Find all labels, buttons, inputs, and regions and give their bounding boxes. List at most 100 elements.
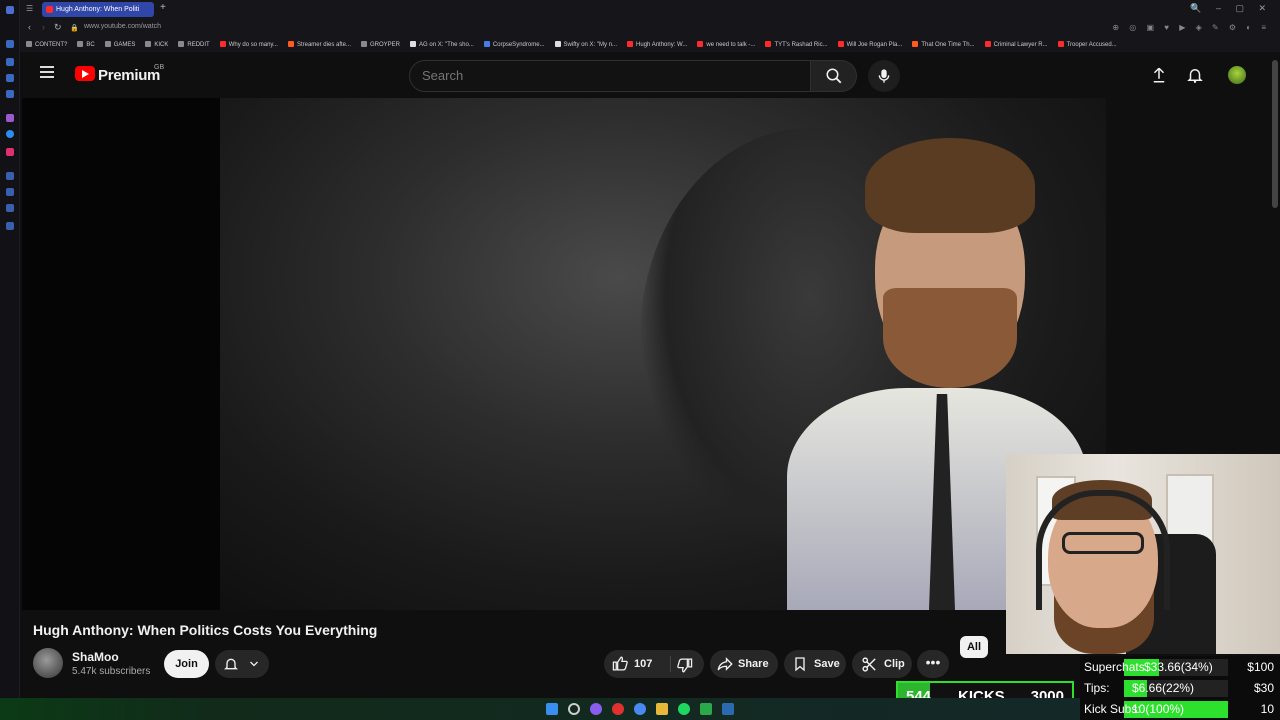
bookmark-label: Streamer dies afte... <box>296 42 351 48</box>
bookmark-item[interactable]: CONTENT? <box>26 38 67 52</box>
bookmark-item[interactable]: Will Joe Rogan Pla... <box>837 38 902 52</box>
messenger-icon[interactable] <box>6 130 14 138</box>
voice-search-button[interactable] <box>868 60 900 92</box>
forward-icon[interactable]: › <box>42 22 45 32</box>
sidebar-app-icon[interactable] <box>6 172 14 180</box>
bookmark-favicon-icon <box>219 41 226 47</box>
bookmark-item[interactable]: TYT's Rashad Ric... <box>765 38 828 52</box>
bookmark-item[interactable]: REDDIT <box>178 38 210 52</box>
steam-icon[interactable] <box>722 703 734 715</box>
sidebar-app-icon[interactable] <box>6 40 14 48</box>
bookmark-favicon-icon <box>765 41 772 47</box>
webcam-overlay <box>1006 454 1280 654</box>
bookmark-item[interactable]: Streamer dies afte... <box>287 38 351 52</box>
tab-menu-icon[interactable]: ☰ <box>26 4 33 13</box>
like-count[interactable]: 107 <box>634 650 652 678</box>
more-actions-button[interactable]: ••• <box>917 650 949 678</box>
bookmark-item[interactable]: Hugh Anthony: W... <box>627 38 687 52</box>
sidebar-app-icon[interactable] <box>6 90 14 98</box>
bookmark-item[interactable]: Swifty on X: "My n... <box>554 38 617 52</box>
bookmark-favicon-icon <box>410 41 417 47</box>
upload-icon[interactable] <box>1150 66 1168 89</box>
bookmark-item[interactable]: BC <box>77 38 95 52</box>
bookmark-favicon-icon <box>77 41 84 47</box>
window-controls[interactable]: 🔍 – ▢ ✕ <box>1190 3 1272 14</box>
save-button[interactable]: Save <box>784 650 846 678</box>
sidebar-app-icon[interactable] <box>6 58 14 66</box>
bookmark-favicon-icon <box>361 41 367 47</box>
twitch-icon[interactable] <box>6 114 14 122</box>
bookmark-item[interactable]: Criminal Lawyer R... <box>984 38 1048 52</box>
bookmarks-bar: CONTENT? BC GAMES KICK REDDIT Why do so many.… <box>20 38 1280 52</box>
screen: ☰ Hugh Anthony: When Politi + 🔍 – ▢ ✕ ‹ … <box>0 0 1280 720</box>
filter-chip-all[interactable]: All <box>960 636 988 658</box>
bookmark-favicon-icon <box>178 41 185 47</box>
video-title: Hugh Anthony: When Politics Costs You Ev… <box>33 622 378 638</box>
windows-start-icon[interactable] <box>546 703 558 715</box>
search-button[interactable] <box>811 60 857 92</box>
file-explorer-icon[interactable] <box>656 703 668 715</box>
share-button[interactable]: Share <box>710 650 778 678</box>
bookmark-item[interactable]: Trooper Accused... <box>1057 38 1117 52</box>
app-icon[interactable] <box>590 703 602 715</box>
youtube-logo-icon[interactable] <box>75 66 95 81</box>
sidebar-app-icon[interactable] <box>6 188 14 196</box>
goal-value: $6.66(22%) <box>1132 681 1195 695</box>
thumbs-down-icon[interactable] <box>676 657 693 674</box>
bookmark-item[interactable]: That One Time Th... <box>912 38 975 52</box>
bookmark-favicon-icon <box>483 41 490 47</box>
opera-icon[interactable] <box>612 703 624 715</box>
sidebar-app-icon[interactable] <box>6 74 14 82</box>
spotify-icon[interactable] <box>678 703 690 715</box>
browser-logo-icon[interactable] <box>6 6 14 14</box>
chrome-icon[interactable] <box>634 703 646 715</box>
instagram-icon[interactable] <box>6 148 14 156</box>
video-player[interactable] <box>22 98 1106 610</box>
bookmark-item[interactable]: Why do so many... <box>219 38 278 52</box>
share-icon <box>717 657 733 671</box>
channel-avatar[interactable] <box>33 648 63 678</box>
bookmark-favicon-icon <box>554 41 561 47</box>
search-input[interactable] <box>422 68 792 83</box>
extensions-toolbar[interactable]: ⊕ ◎ ▣ ♥ ▶ ◈ ✎ ⚙ ◐ ≡ <box>1112 23 1270 32</box>
thumbs-up-icon[interactable] <box>612 655 629 672</box>
sidebar-app-icon[interactable] <box>6 204 14 212</box>
account-avatar[interactable] <box>1228 66 1246 84</box>
goal-row: Tips: $6.66(22%) $30 <box>1080 678 1280 698</box>
address-bar: ‹ › ↻ 🔒 www.youtube.com/watch ⊕ ◎ ▣ ♥ ▶ … <box>20 19 1280 38</box>
bookmark-label: Criminal Lawyer R... <box>993 42 1048 48</box>
clip-button[interactable]: Clip <box>852 650 912 678</box>
bookmark-favicon-icon <box>697 41 704 47</box>
reload-icon[interactable]: ↻ <box>54 22 62 33</box>
hamburger-menu-icon[interactable] <box>40 66 54 78</box>
windows-taskbar <box>0 698 1080 720</box>
url-field[interactable]: www.youtube.com/watch <box>84 23 161 30</box>
search-icon[interactable] <box>568 703 580 715</box>
subscription-notification-button[interactable] <box>215 650 269 678</box>
bookmark-label: Trooper Accused... <box>1066 42 1117 48</box>
bookmark-favicon-icon <box>287 41 294 47</box>
bookmark-item[interactable]: GROYPER <box>361 38 400 52</box>
video-frame <box>220 98 1106 610</box>
bookmark-label: AG on X: "The sho... <box>419 42 474 48</box>
new-tab-button[interactable]: + <box>160 2 166 13</box>
subscriber-count: 5.47k subscribers <box>72 666 151 677</box>
bookmark-item[interactable]: GAMES <box>104 38 135 52</box>
settings-icon[interactable] <box>6 222 14 230</box>
bookmark-item[interactable]: CorpseSyndrome... <box>483 38 545 52</box>
youtube-brand[interactable]: Premium <box>98 67 160 84</box>
page-scrollbar[interactable] <box>1272 60 1278 208</box>
scissors-icon <box>862 657 876 672</box>
channel-name[interactable]: ShaMoo <box>72 650 119 664</box>
tab-active[interactable]: Hugh Anthony: When Politi <box>42 2 154 17</box>
microphone-icon <box>878 69 890 83</box>
notifications-bell-icon[interactable] <box>1186 66 1204 89</box>
bookmark-item[interactable]: we need to talk -... <box>697 38 755 52</box>
xbox-icon[interactable] <box>700 703 712 715</box>
bookmark-item[interactable]: KICK <box>145 38 168 52</box>
join-button[interactable]: Join <box>164 650 209 678</box>
bookmark-item[interactable]: AG on X: "The sho... <box>410 38 474 52</box>
back-icon[interactable]: ‹ <box>28 22 31 32</box>
bookmark-favicon-icon <box>627 41 634 47</box>
goal-value: 10(100%) <box>1132 702 1185 716</box>
